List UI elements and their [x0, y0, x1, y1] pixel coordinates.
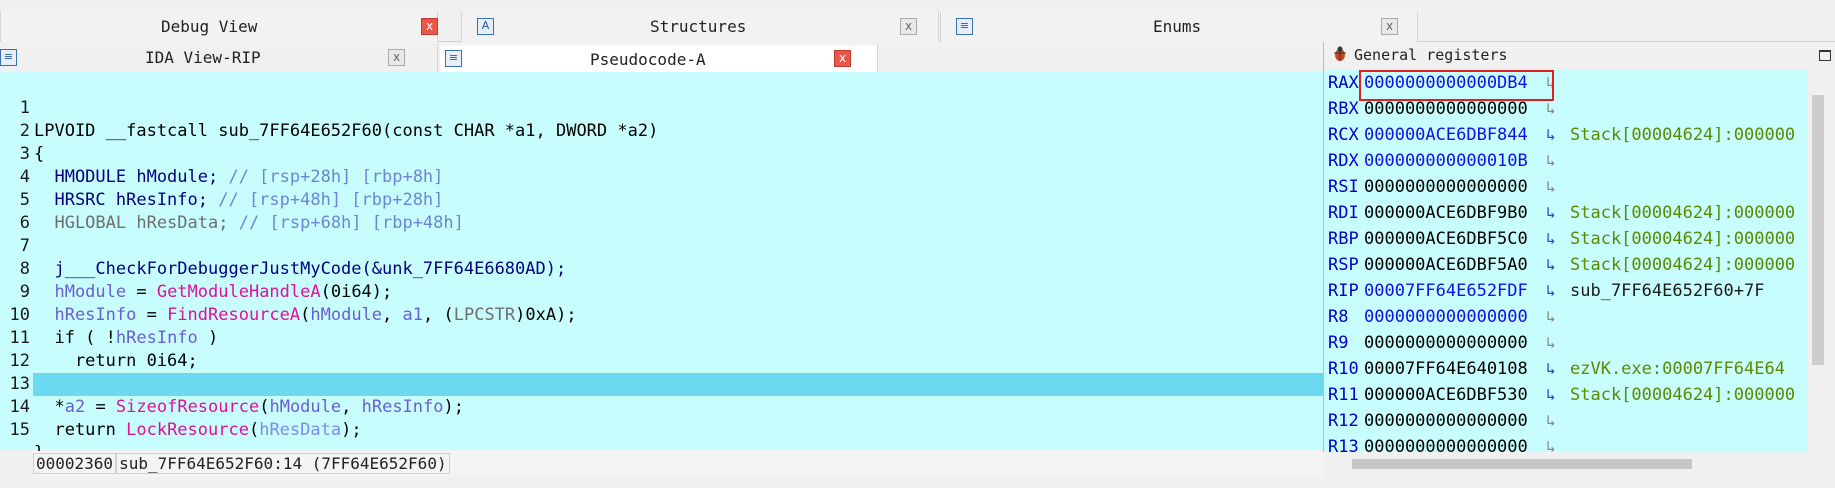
jump-arrow-icon[interactable]: ↳: [1546, 434, 1556, 452]
jump-arrow-icon[interactable]: ↳: [1546, 304, 1556, 330]
register-value[interactable]: 0000000000000000: [1364, 434, 1528, 452]
jump-arrow-icon[interactable]: ↳: [1546, 408, 1556, 434]
register-row-r13[interactable]: R13 0000000000000000 ↳: [1324, 434, 1808, 452]
register-value[interactable]: 000000ACE6DBF9B0: [1364, 200, 1528, 226]
register-row-r10[interactable]: R10 00007FF64E640108 ↳ ezVK.exe:00007FF64E6…: [1324, 356, 1808, 382]
register-value[interactable]: 00007FF64E652FDF: [1364, 278, 1528, 304]
register-row-r8[interactable]: R8 0000000000000000 ↳: [1324, 304, 1808, 330]
tab-pseudocode-a-label: Pseudocode-A: [590, 50, 706, 69]
register-row-rbp[interactable]: RBP 000000ACE6DBF5C0 ↳ Stack[00004624]:0000…: [1324, 226, 1808, 252]
register-value[interactable]: 000000000000010B: [1364, 148, 1528, 174]
register-value[interactable]: 000000ACE6DBF5C0: [1364, 226, 1528, 252]
code-line[interactable]: 7 j___CheckForDebuggerJustMyCode(&unk_7F…: [0, 212, 1323, 279]
status-offset: 00002360: [33, 453, 117, 474]
jump-arrow-icon[interactable]: ↳: [1546, 122, 1556, 148]
close-icon[interactable]: x: [388, 49, 405, 66]
jump-arrow-icon[interactable]: ↳: [1546, 356, 1556, 382]
tab-structures-label: Structures: [650, 17, 747, 36]
code-line[interactable]: 2 {: [0, 97, 1323, 164]
register-row-rsp[interactable]: RSP 000000ACE6DBF5A0 ↳ Stack[00004624]:0000…: [1324, 252, 1808, 278]
code-line[interactable]: 8 hModule = GetModuleHandleA(0i64);: [0, 235, 1323, 302]
close-icon[interactable]: x: [1381, 18, 1398, 35]
registers-title-bar: General registers: [1323, 42, 1835, 70]
jump-arrow-icon[interactable]: ↳: [1546, 252, 1556, 278]
code-line[interactable]: 5 HGLOBAL hResData; // [rsp+68h] [rbp+48…: [0, 166, 1323, 233]
register-row-rsi[interactable]: RSI 0000000000000000 ↳: [1324, 174, 1808, 200]
pseudocode-icon: ≡: [445, 50, 462, 67]
code-line[interactable]: 14 return LockResource(hResData);: [0, 373, 1323, 440]
tab-enums-label: Enums: [1153, 17, 1202, 36]
code-line[interactable]: 4 HRSRC hResInfo; // [rsp+48h] [rbp+28h]: [0, 143, 1323, 210]
register-value[interactable]: 0000000000000000: [1364, 304, 1528, 330]
register-row-r12[interactable]: R12 0000000000000000 ↳: [1324, 408, 1808, 434]
registers-view[interactable]: RAX 0000000000000DB4 ↳ RBX 0000000000000000…: [1323, 70, 1808, 452]
tab-pseudocode-a[interactable]: ≡ Pseudocode-A x: [440, 44, 878, 72]
jump-arrow-icon[interactable]: ↳: [1546, 148, 1556, 174]
tab-debug-view-label: Debug View: [161, 17, 258, 36]
code-line[interactable]: 1 LPVOID __fastcall sub_7FF64E652F60(con…: [0, 74, 1323, 141]
close-icon[interactable]: x: [421, 18, 438, 35]
code-line[interactable]: 12 hResData = LoadResource(hModule, hRes…: [0, 327, 1323, 394]
vertical-scroll-thumb[interactable]: [1812, 95, 1824, 365]
maximize-icon[interactable]: [1819, 50, 1831, 61]
register-row-rdi[interactable]: RDI 000000ACE6DBF9B0 ↳ Stack[00004624]:0000…: [1324, 200, 1808, 226]
register-row-rip[interactable]: RIP 00007FF64E652FDF ↳ sub_7FF64E652F60+7F: [1324, 278, 1808, 304]
tab-structures[interactable]: A Structures x: [461, 12, 939, 42]
horizontal-scroll-thumb[interactable]: [1352, 459, 1692, 469]
register-value[interactable]: 0000000000000000: [1364, 330, 1528, 356]
tab-enums[interactable]: ≡ Enums x: [940, 12, 1418, 42]
close-icon[interactable]: x: [900, 18, 917, 35]
pseudocode-view[interactable]: 1 LPVOID __fastcall sub_7FF64E652F60(con…: [0, 72, 1323, 463]
register-value[interactable]: 0000000000000000: [1364, 408, 1528, 434]
tab-debug-view[interactable]: Debug View x: [0, 12, 438, 42]
bug-icon: [1334, 46, 1346, 61]
register-row-rcx[interactable]: RCX 000000ACE6DBF844 ↳ Stack[00004624]:0000…: [1324, 122, 1808, 148]
close-icon[interactable]: x: [834, 50, 851, 67]
code-line[interactable]: 6: [0, 189, 1323, 233]
status-bar: 00002360 sub_7FF64E652F60:14 (7FF64E652F6…: [33, 451, 1323, 477]
jump-arrow-icon[interactable]: ↳: [1546, 174, 1556, 200]
jump-arrow-icon[interactable]: ↳: [1546, 330, 1556, 356]
register-value[interactable]: 00007FF64E640108: [1364, 356, 1528, 382]
highlight-box: [1359, 70, 1554, 101]
tab-ida-view-rip-label: IDA View-RIP: [145, 48, 261, 67]
ida-view-icon: ≡: [0, 49, 17, 66]
register-row-rdx[interactable]: RDX 000000000000010B ↳: [1324, 148, 1808, 174]
tab-ida-view-rip[interactable]: ≡ IDA View-RIP x: [0, 44, 438, 72]
register-value[interactable]: 0000000000000000: [1364, 174, 1528, 200]
jump-arrow-icon[interactable]: ↳: [1546, 226, 1556, 252]
jump-arrow-icon[interactable]: ↳: [1546, 200, 1556, 226]
code-line[interactable]: 3 HMODULE hModule; // [rsp+28h] [rbp+8h]: [0, 120, 1323, 187]
code-line[interactable]: 13 *a2 = SizeofResource(hModule, hResInf…: [0, 350, 1323, 417]
register-value[interactable]: 000000ACE6DBF844: [1364, 122, 1528, 148]
structures-icon: A: [477, 18, 494, 35]
register-row-r9[interactable]: R9 0000000000000000 ↳: [1324, 330, 1808, 356]
jump-arrow-icon[interactable]: ↳: [1546, 278, 1556, 304]
status-location: sub_7FF64E652F60:14 (7FF64E652F60): [116, 453, 450, 474]
code-line[interactable]: 9 hResInfo = FindResourceA(hModule, a1, …: [0, 258, 1323, 325]
registers-title: General registers: [1354, 46, 1508, 64]
enums-icon: ≡: [956, 18, 973, 35]
register-value[interactable]: 000000ACE6DBF530: [1364, 382, 1528, 408]
register-value[interactable]: 000000ACE6DBF5A0: [1364, 252, 1528, 278]
code-line[interactable]: 11 return 0i64;: [0, 304, 1323, 371]
code-line[interactable]: 10 if ( !hResInfo ): [0, 281, 1323, 348]
jump-arrow-icon[interactable]: ↳: [1546, 382, 1556, 408]
register-row-r11[interactable]: R11 000000ACE6DBF530 ↳ Stack[00004624]:0000…: [1324, 382, 1808, 408]
code-line[interactable]: 15 }: [0, 396, 1323, 463]
